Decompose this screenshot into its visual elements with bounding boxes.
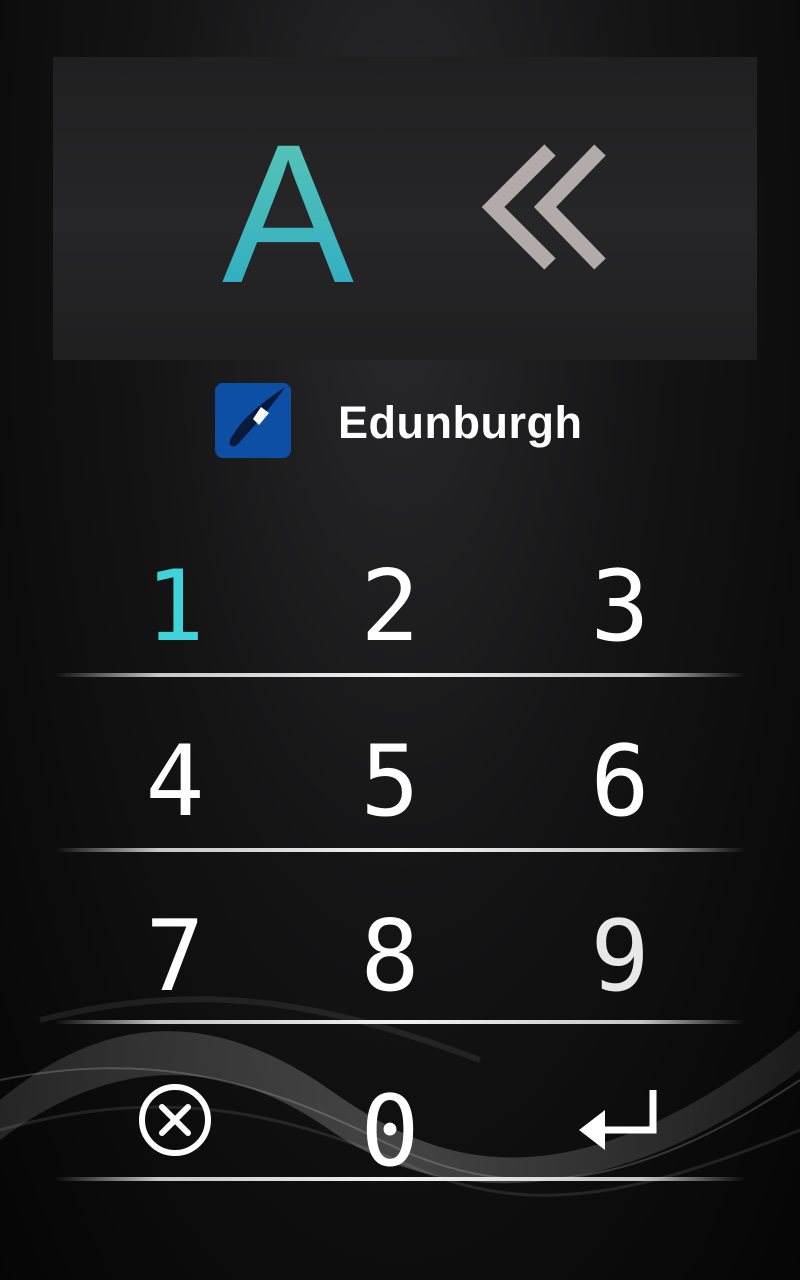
key-6-label: 6 xyxy=(590,725,649,820)
cancel-button[interactable] xyxy=(65,1045,285,1195)
key-0-label: 0 xyxy=(360,1075,419,1170)
key-4-label: 4 xyxy=(145,725,204,820)
key-5[interactable]: 5 xyxy=(280,690,500,840)
key-9[interactable]: 9 xyxy=(510,865,730,1015)
key-2[interactable]: 2 xyxy=(280,515,500,665)
key-3-label: 3 xyxy=(590,550,649,645)
key-7[interactable]: 7 xyxy=(65,865,285,1015)
floor-label-text: A xyxy=(222,120,354,290)
brand: Edunburgh xyxy=(215,383,615,458)
row-separator xyxy=(55,1177,745,1181)
key-0[interactable]: 0 xyxy=(280,1040,500,1190)
row-separator xyxy=(55,673,745,677)
key-8-label: 8 xyxy=(360,900,419,995)
key-7-label: 7 xyxy=(145,900,204,995)
double-chevron-left-icon[interactable] xyxy=(480,140,615,275)
key-9-label: 9 xyxy=(590,900,649,995)
floor-display-panel xyxy=(53,57,757,360)
key-3[interactable]: 3 xyxy=(510,515,730,665)
enter-return-icon xyxy=(579,1090,657,1150)
key-1[interactable]: 1 xyxy=(65,515,285,665)
floor-indicator-letter: A xyxy=(222,120,354,290)
key-5-label: 5 xyxy=(360,725,419,820)
cancel-circle-x-icon xyxy=(139,1084,211,1156)
key-8[interactable]: 8 xyxy=(280,865,500,1015)
row-separator xyxy=(55,1020,745,1024)
row-separator xyxy=(55,848,745,852)
key-4[interactable]: 4 xyxy=(65,690,285,840)
key-2-label: 2 xyxy=(360,550,419,645)
key-6[interactable]: 6 xyxy=(510,690,730,840)
brand-name: Edunburgh xyxy=(338,397,583,448)
key-1-label: 1 xyxy=(145,550,204,645)
enter-button[interactable] xyxy=(510,1045,730,1195)
brand-logo-icon xyxy=(215,383,291,458)
keypad: 1 2 3 4 5 6 7 8 9 0 xyxy=(0,505,800,1205)
